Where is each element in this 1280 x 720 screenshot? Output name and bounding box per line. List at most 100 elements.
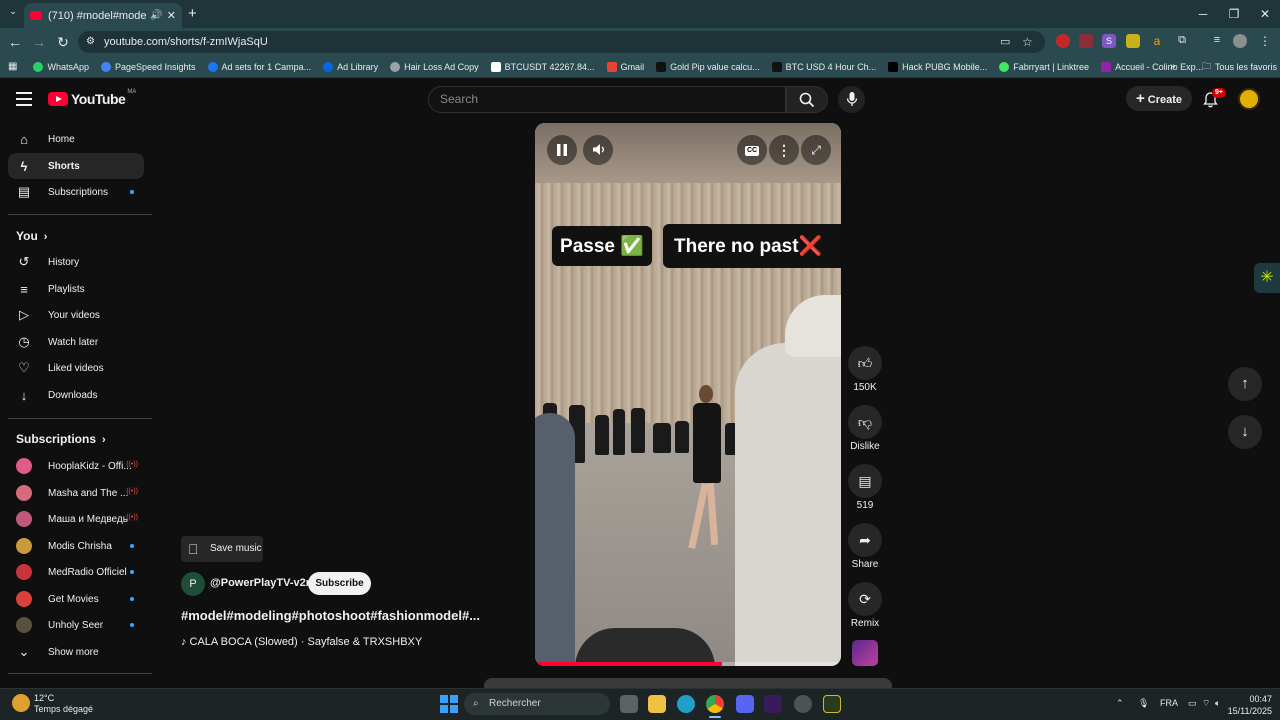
discord-icon[interactable] — [736, 695, 754, 713]
tray-volume-icon[interactable]: 🔈︎ — [1215, 698, 1220, 709]
bookmark-btc-usd[interactable]: BTC USD 4 Hour Ch... — [771, 61, 876, 72]
next-app-icon[interactable] — [764, 695, 782, 713]
short-music[interactable]: ♪ CALA BOCA (Slowed) · Sayfalse & TRXSHBX… — [181, 636, 422, 648]
sidebar-item-shorts[interactable]: ϟ Shorts — [8, 153, 144, 179]
tray-network-icon[interactable]: ⌔ — [1202, 698, 1210, 709]
tray-mic-icon[interactable]: 🎙︎ — [1138, 698, 1149, 709]
bookmark-btcusdt[interactable]: BTCUSDT 42267.84... — [490, 61, 595, 72]
sidebar-item-your-videos[interactable]: ▷ Your videos — [8, 302, 144, 328]
subscription-item-unholy-seer[interactable]: Unholy Seer — [8, 612, 144, 638]
search-button[interactable] — [786, 86, 828, 113]
extension-s-icon[interactable]: S — [1102, 34, 1116, 48]
media-control-icon[interactable]: ≡ — [1210, 34, 1224, 48]
save-music-button[interactable]: ⎕ Save music — [181, 536, 263, 562]
minimize-button[interactable]: ─ — [1188, 4, 1218, 24]
show-more-button[interactable]: ⌄ Show more — [8, 639, 144, 665]
subscription-item-get-movies[interactable]: Get Movies — [8, 586, 144, 612]
next-short-peek[interactable] — [484, 678, 892, 688]
site-info-icon[interactable]: ⚙ — [86, 31, 95, 53]
all-bookmarks-folder[interactable]: 🗀 Tous les favoris — [1202, 59, 1277, 75]
youtube-logo[interactable]: YouTube MA — [48, 89, 136, 107]
floating-extension-button[interactable]: ✳ — [1254, 263, 1280, 293]
bookmark-colino[interactable]: Accueil - Colino Exp... — [1101, 61, 1203, 72]
settings-gear-icon[interactable] — [794, 695, 812, 713]
tab-close-icon[interactable]: ✕ — [167, 9, 176, 22]
extension-red-icon[interactable] — [1056, 34, 1070, 48]
captions-button[interactable]: CC — [737, 135, 767, 165]
notifications-button[interactable]: 9+ — [1203, 88, 1226, 110]
language-indicator[interactable]: FRA — [1160, 698, 1178, 708]
bookmark-linktree[interactable]: Fabrryart | Linktree — [999, 61, 1089, 72]
channel-name[interactable]: @PowerPlayTV-v2r — [210, 577, 310, 589]
subscription-item-masha-ru[interactable]: Маша и Медведь ((•)) — [8, 506, 144, 532]
task-view-icon[interactable] — [620, 695, 638, 713]
weather-widget[interactable]: 12°C Temps dégagé — [12, 692, 112, 716]
fullscreen-button[interactable]: ⤢ — [801, 135, 831, 165]
tab-audio-icon[interactable]: 🔊 — [150, 10, 162, 21]
account-avatar[interactable] — [1238, 88, 1260, 110]
bookmark-pagespeed[interactable]: PageSpeed Insights — [100, 61, 196, 72]
subscription-item-medradio[interactable]: MedRadio Officiel — [8, 559, 144, 585]
sidebar-item-home[interactable]: ⌂ Home — [8, 126, 144, 152]
remix-button[interactable]: ⟳ — [848, 582, 882, 616]
extensions-puzzle-icon[interactable]: ⧉ — [1175, 34, 1189, 48]
extension-amazon-icon[interactable]: a — [1150, 34, 1164, 48]
windows-start-icon[interactable] — [440, 695, 458, 713]
sidebar-item-liked-videos[interactable]: ♡ Liked videos — [8, 355, 144, 381]
subscription-item-hooplakidz[interactable]: HooplaKidz - Offi... ((•)) — [8, 453, 144, 479]
restore-button[interactable]: ❐ — [1219, 4, 1249, 24]
bookmark-ad-library[interactable]: Ad Library — [323, 61, 378, 72]
volume-button[interactable] — [583, 135, 613, 165]
next-short-button[interactable]: ↓ — [1228, 415, 1262, 449]
more-bookmarks-icon[interactable]: » — [1170, 61, 1176, 72]
menu-hamburger-icon[interactable] — [16, 92, 32, 106]
bookmark-whatsapp[interactable]: WhatsApp — [33, 61, 89, 72]
taskbar-clock[interactable]: 00:47 15/11/2025 — [1226, 693, 1272, 717]
bookmark-hack-pubg[interactable]: Hack PUBG Mobile... — [888, 61, 987, 72]
extension-dark-icon[interactable] — [1079, 34, 1093, 48]
bookmark-gmail[interactable]: Gmail — [606, 61, 644, 72]
taskbar-search-box[interactable]: ⌕ Rechercher — [464, 693, 610, 715]
you-section-header[interactable]: You › — [16, 229, 47, 243]
subscriptions-section-header[interactable]: Subscriptions › — [16, 432, 106, 446]
chart-app-icon[interactable] — [823, 695, 841, 713]
sidebar-item-subscriptions[interactable]: ▤ Subscriptions — [8, 179, 144, 205]
forward-arrow-icon[interactable]: → — [30, 33, 48, 51]
share-button[interactable]: ➦ — [848, 523, 882, 557]
sidebar-item-playlists[interactable]: ≡ Playlists — [8, 276, 144, 302]
voice-search-button[interactable] — [838, 86, 865, 113]
tray-expand-icon[interactable]: ⌃ — [1116, 698, 1124, 709]
profile-avatar-icon[interactable] — [1233, 34, 1247, 48]
apps-grid-icon[interactable]: ▦ — [8, 61, 17, 72]
search-input[interactable]: Search — [428, 86, 786, 113]
create-button[interactable]: + Create — [1126, 86, 1192, 111]
bookmark-gold-pip[interactable]: Gold Pip value calcu... — [656, 61, 760, 72]
subscribe-button[interactable]: Subscribe — [308, 572, 371, 595]
sidebar-item-watch-later[interactable]: ◷ Watch later — [8, 329, 144, 355]
install-app-icon[interactable]: ▭ — [1000, 31, 1010, 53]
browser-menu-icon[interactable]: ⋮ — [1258, 34, 1272, 48]
sound-thumbnail[interactable] — [852, 640, 878, 666]
channel-avatar[interactable]: P — [181, 572, 205, 596]
tray-display-icon[interactable]: ▭ — [1188, 698, 1197, 709]
edge-browser-icon[interactable] — [677, 695, 695, 713]
browser-tab[interactable]: (710) #model#modeling#p 🔊 ✕ — [24, 3, 182, 28]
bookmark-ad-sets[interactable]: Ad sets for 1 Campa... — [207, 61, 311, 72]
subscription-item-masha[interactable]: Masha and The ... ((•)) — [8, 480, 144, 506]
extension-grid-icon[interactable] — [1126, 34, 1140, 48]
short-title[interactable]: #model#modeling#photoshoot#fashionmodel#… — [181, 608, 480, 623]
like-button[interactable]: 👍︎ — [848, 346, 882, 380]
video-progress-bar[interactable] — [535, 662, 841, 666]
chrome-browser-icon[interactable] — [706, 695, 724, 713]
sidebar-item-downloads[interactable]: ↓ Downloads — [8, 382, 144, 408]
bookmark-star-icon[interactable]: ☆ — [1022, 31, 1033, 53]
subscription-item-modis-chrisha[interactable]: Modis Chrisha — [8, 533, 144, 559]
file-explorer-icon[interactable] — [648, 695, 666, 713]
bookmark-hair-loss[interactable]: Hair Loss Ad Copy — [390, 61, 479, 72]
reload-icon[interactable]: ↻ — [54, 33, 72, 51]
address-bar[interactable]: ⚙ youtube.com/shorts/f-zmIWjaSqU ▭ ☆ — [78, 31, 1045, 53]
back-arrow-icon[interactable]: ← — [6, 33, 24, 51]
dislike-button[interactable]: 👎︎ — [848, 405, 882, 439]
comments-button[interactable]: ▤ — [848, 464, 882, 498]
close-window-button[interactable]: ✕ — [1250, 4, 1280, 24]
